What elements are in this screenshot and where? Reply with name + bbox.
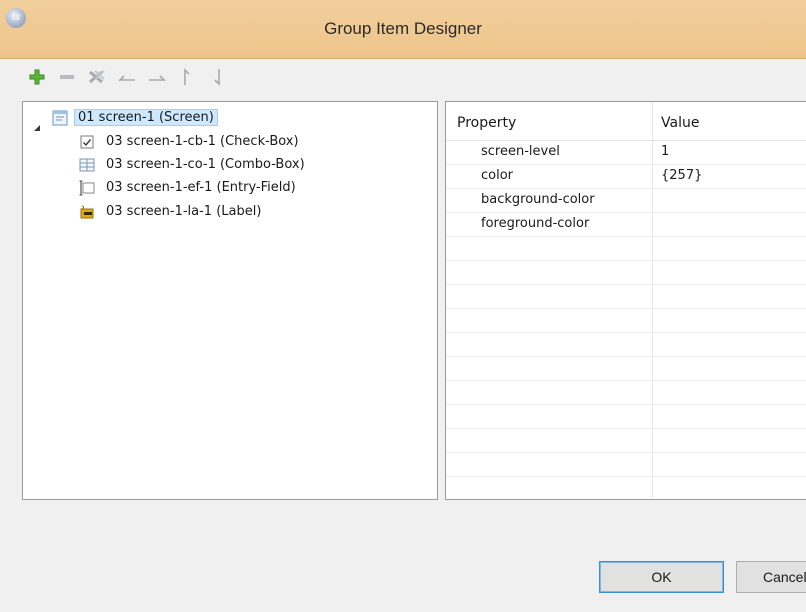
property-row-foreground-color[interactable]: foreground-color xyxy=(446,212,806,237)
move-left-icon xyxy=(118,75,135,81)
remove-icon xyxy=(60,75,74,79)
properties-header: Property Value xyxy=(446,102,806,141)
tree-item-combobox[interactable]: 03 screen-1-co-1 (Combo-Box) xyxy=(79,154,310,175)
property-key: background-color xyxy=(481,192,595,207)
empty-row xyxy=(446,308,806,333)
empty-row xyxy=(446,476,806,499)
cancel-button[interactable]: Cancel xyxy=(736,561,806,593)
tree-item-label: 03 screen-1-co-1 (Combo-Box) xyxy=(106,157,305,172)
tree-item-label: 03 screen-1-la-1 (Label) xyxy=(106,204,262,219)
tree-item-screen[interactable]: 01 screen-1 (Screen) xyxy=(52,107,218,128)
empty-row xyxy=(446,260,806,285)
expand-triangle-icon[interactable] xyxy=(33,124,41,132)
empty-row xyxy=(446,284,806,309)
empty-row xyxy=(446,236,806,261)
tree-item-label-control[interactable]: 03 screen-1-la-1 (Label) xyxy=(79,201,266,222)
toolbar xyxy=(26,64,228,90)
properties-table[interactable]: Property Value screen-level 1 color {257… xyxy=(445,101,806,500)
tree-item-label: 03 screen-1-ef-1 (Entry-Field) xyxy=(106,180,296,195)
label-icon xyxy=(80,205,94,218)
delete-all-icon xyxy=(89,70,105,84)
move-down-icon xyxy=(214,69,220,86)
property-value[interactable]: {257} xyxy=(661,164,702,188)
value-column-header[interactable]: Value xyxy=(661,102,699,140)
property-key: screen-level xyxy=(481,144,560,159)
move-up-button[interactable] xyxy=(176,66,198,88)
add-button[interactable] xyxy=(26,66,48,88)
group-item-designer-window: is Group Item Designer 01 screen-1 (Scre… xyxy=(0,0,806,612)
empty-row xyxy=(446,428,806,453)
ok-button[interactable]: OK xyxy=(599,561,724,593)
property-key: foreground-color xyxy=(481,216,590,231)
remove-button[interactable] xyxy=(56,66,78,88)
move-right-icon xyxy=(149,75,166,81)
empty-row xyxy=(446,332,806,357)
property-row-color[interactable]: color {257} xyxy=(446,164,806,189)
combobox-icon xyxy=(79,158,95,171)
tree-item-label: 03 screen-1-cb-1 (Check-Box) xyxy=(106,134,299,149)
empty-row xyxy=(446,452,806,477)
property-value[interactable]: 1 xyxy=(661,140,669,164)
property-column-header[interactable]: Property xyxy=(457,102,516,140)
delete-all-button[interactable] xyxy=(86,66,108,88)
property-key: color xyxy=(481,168,514,183)
add-icon xyxy=(29,69,45,85)
tree-item-checkbox[interactable]: 03 screen-1-cb-1 (Check-Box) xyxy=(79,131,304,152)
empty-row xyxy=(446,356,806,381)
screen-icon xyxy=(52,110,68,125)
title-bar[interactable]: is Group Item Designer xyxy=(0,0,806,59)
property-row-screen-level[interactable]: screen-level 1 xyxy=(446,140,806,165)
move-right-button[interactable] xyxy=(146,66,168,88)
checkbox-icon xyxy=(80,135,94,148)
group-item-tree[interactable]: 01 screen-1 (Screen) 03 screen-1-cb-1 (C… xyxy=(22,101,438,500)
move-left-button[interactable] xyxy=(116,66,138,88)
entry-field-icon xyxy=(79,180,95,195)
window-title: Group Item Designer xyxy=(324,19,482,38)
move-down-button[interactable] xyxy=(206,66,228,88)
tree-item-entry-field[interactable]: 03 screen-1-ef-1 (Entry-Field) xyxy=(79,177,301,198)
tree-item-label: 01 screen-1 (Screen) xyxy=(74,109,218,126)
move-up-icon xyxy=(184,68,190,85)
property-row-background-color[interactable]: background-color xyxy=(446,188,806,213)
empty-row xyxy=(446,380,806,405)
empty-row xyxy=(446,404,806,429)
